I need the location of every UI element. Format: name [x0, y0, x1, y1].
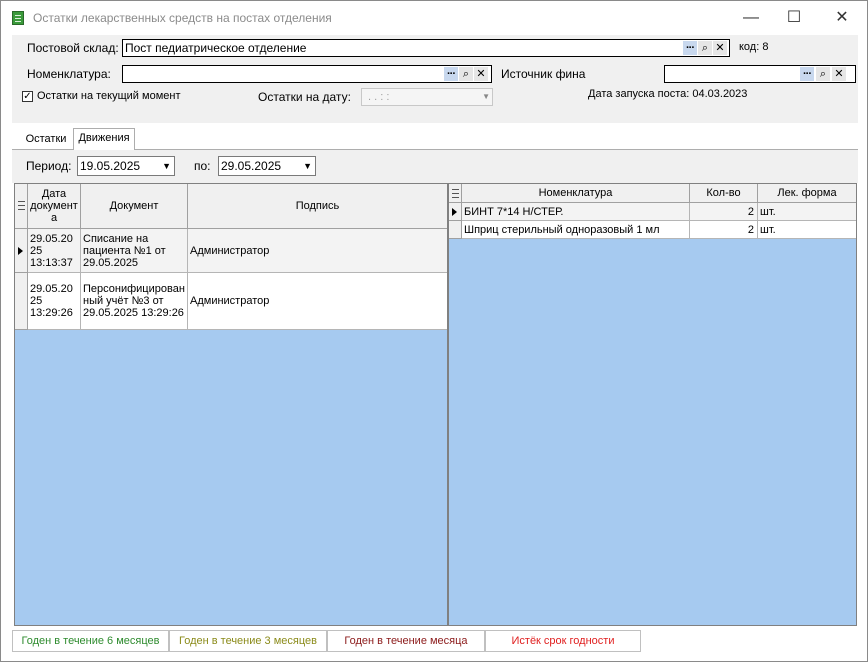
date-label: Остатки на дату: — [258, 90, 351, 104]
nomenclature-select-button[interactable]: ··· — [444, 67, 458, 81]
date-input[interactable]: . . : : ▼ — [361, 88, 493, 106]
source-label: Источник фина — [501, 67, 586, 81]
documents-grid[interactable]: Дата документ а Документ Подпись 29.05.2… — [14, 183, 448, 626]
current-moment-checkbox[interactable]: ✓ — [22, 91, 33, 102]
row-indicator[interactable] — [449, 203, 462, 221]
row-indicator[interactable] — [15, 229, 28, 273]
tab-dvizheniya[interactable]: Движения — [73, 128, 135, 151]
app-icon — [12, 11, 24, 25]
code-text: код: 8 — [739, 41, 769, 53]
main-window: Остатки лекарственных средств на постах … — [0, 0, 868, 662]
column-header-nomenclature[interactable]: Номенклатура — [462, 184, 690, 203]
post-value: Пост педиатрическое отделение — [125, 41, 307, 55]
column-chooser-icon — [452, 189, 459, 198]
current-row-marker-icon — [452, 208, 457, 216]
current-row-marker-icon — [18, 247, 23, 255]
period-to-select[interactable]: 29.05.2025 ▼ — [218, 156, 316, 176]
legend-expired: Истёк срок годности — [485, 630, 641, 652]
current-moment-label: Остатки на текущий момент — [37, 90, 181, 102]
nomenclature-label: Номенклатура: — [27, 67, 111, 81]
period-from-select[interactable]: 19.05.2025 ▼ — [77, 156, 175, 176]
row-indicator[interactable] — [449, 221, 462, 239]
source-select-button[interactable]: ··· — [800, 67, 814, 81]
source-field[interactable]: ··· ⌕ ✕ — [664, 65, 856, 83]
column-chooser-icon — [18, 201, 25, 210]
column-header-document[interactable]: Документ — [81, 184, 188, 229]
post-label: Постовой склад: — [27, 41, 119, 55]
table-cell-form[interactable]: шт. — [758, 221, 856, 239]
table-cell-qty[interactable]: 2 — [690, 203, 758, 221]
window-title: Остатки лекарственных средств на постах … — [33, 11, 332, 25]
date-value: . . : : — [368, 91, 390, 103]
nomenclature-clear-icon[interactable]: ✕ — [474, 67, 488, 81]
period-label: Период: — [26, 159, 72, 173]
legend-1-month: Годен в течение месяца — [327, 630, 485, 652]
period-bar: Период: 19.05.2025 ▼ по: 29.05.2025 ▼ — [12, 150, 858, 183]
post-clear-icon[interactable]: ✕ — [713, 41, 727, 55]
maximize-button[interactable]: ☐ — [771, 6, 817, 30]
table-cell-signature[interactable]: Администратор — [188, 273, 447, 330]
table-cell-document[interactable]: Списание на пациента №1 от 29.05.2025 — [81, 229, 188, 273]
nomenclature-search-icon[interactable]: ⌕ — [459, 67, 473, 81]
table-cell-nomenclature[interactable]: БИНТ 7*14 Н/СТЕР. — [462, 203, 690, 221]
legend-6-months: Годен в течение 6 месяцев — [12, 630, 169, 652]
column-header-form[interactable]: Лек. форма — [758, 184, 856, 203]
column-header-signature[interactable]: Подпись — [188, 184, 447, 229]
table-cell-date[interactable]: 29.05.20 25 13:13:37 — [28, 229, 81, 273]
period-to-value: 29.05.2025 — [221, 159, 282, 173]
source-clear-icon[interactable]: ✕ — [832, 67, 846, 81]
source-search-icon[interactable]: ⌕ — [816, 67, 830, 81]
period-to-label: по: — [194, 159, 211, 173]
tab-ostatki[interactable]: Остатки — [18, 130, 74, 150]
column-header-date[interactable]: Дата документ а — [28, 184, 81, 229]
chevron-down-icon: ▼ — [303, 161, 312, 171]
legend-3-months: Годен в течение 3 месяцев — [169, 630, 327, 652]
tab-strip: Остатки Движения — [12, 128, 858, 151]
nomenclature-field[interactable]: ··· ⌕ ✕ — [122, 65, 492, 83]
column-header-qty[interactable]: Кол-во — [690, 184, 758, 203]
post-select-button[interactable]: ··· — [683, 41, 697, 55]
table-cell-qty[interactable]: 2 — [690, 221, 758, 239]
table-cell-date[interactable]: 29.05.20 25 13:29:26 — [28, 273, 81, 330]
chevron-down-icon: ▼ — [482, 92, 490, 101]
grid-corner[interactable] — [15, 184, 28, 229]
period-from-value: 19.05.2025 — [80, 159, 141, 173]
table-cell-nomenclature[interactable]: Шприц стерильный одноразовый 1 мл — [462, 221, 690, 239]
post-field[interactable]: Пост педиатрическое отделение ··· ⌕ ✕ — [122, 39, 730, 57]
filter-panel: Постовой склад: Пост педиатрическое отде… — [12, 35, 858, 123]
minimize-button[interactable]: — — [728, 6, 774, 30]
launch-date-text: Дата запуска поста: 04.03.2023 — [588, 88, 748, 100]
chevron-down-icon: ▼ — [162, 161, 171, 171]
table-cell-form[interactable]: шт. — [758, 203, 856, 221]
grid-corner[interactable] — [449, 184, 462, 203]
close-button[interactable]: ✕ — [819, 6, 865, 30]
title-bar[interactable]: Остатки лекарственных средств на постах … — [1, 1, 867, 35]
items-grid[interactable]: Номенклатура Кол-во Лек. форма БИНТ 7*14… — [448, 183, 857, 626]
post-search-icon[interactable]: ⌕ — [698, 41, 712, 55]
table-cell-document[interactable]: Персонифицирован ный учёт №3 от 29.05.20… — [81, 273, 188, 330]
row-indicator[interactable] — [15, 273, 28, 330]
table-cell-signature[interactable]: Администратор — [188, 229, 447, 273]
